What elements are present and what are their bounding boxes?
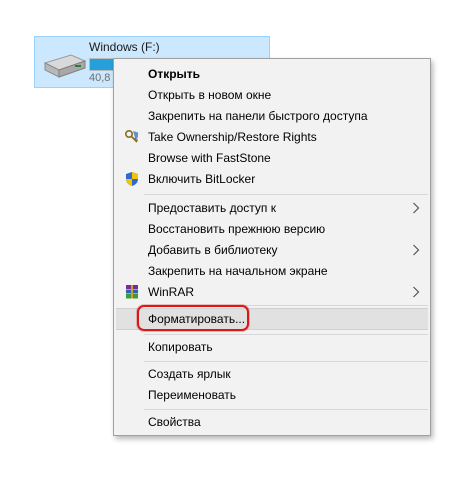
menu-item-label: Форматировать... — [148, 312, 246, 326]
menu-item-label: Открыть — [148, 67, 201, 81]
winrar-icon — [126, 285, 138, 299]
hard-drive-icon — [43, 54, 87, 78]
menu-item-take-ownership[interactable]: Take Ownership/Restore Rights — [116, 127, 428, 147]
menu-separator — [144, 305, 428, 306]
menu-item-label: Создать ярлык — [148, 367, 231, 381]
menu-item-label: Включить BitLocker — [148, 172, 256, 186]
menu-item-label: Закрепить на панели быстрого доступа — [148, 109, 368, 123]
chevron-right-icon — [413, 286, 420, 298]
context-menu: Открыть Открыть в новом окне Закрепить н… — [113, 58, 431, 436]
menu-separator — [144, 409, 428, 410]
menu-item-label: Take Ownership/Restore Rights — [148, 130, 317, 144]
menu-item-browse-faststone[interactable]: Browse with FastStone — [116, 148, 428, 168]
menu-item-label: WinRAR — [148, 285, 195, 299]
menu-item-open[interactable]: Открыть — [116, 64, 428, 84]
key-shield-icon — [124, 129, 139, 143]
menu-item-label: Предоставить доступ к — [148, 201, 276, 215]
menu-item-enable-bitlocker[interactable]: Включить BitLocker — [116, 169, 428, 189]
menu-item-format[interactable]: Форматировать... — [116, 308, 428, 330]
menu-item-label: Восстановить прежнюю версию — [148, 222, 326, 236]
chevron-right-icon — [413, 244, 420, 256]
menu-item-label: Добавить в библиотеку — [148, 243, 278, 257]
menu-item-create-shortcut[interactable]: Создать ярлык — [116, 364, 428, 384]
chevron-right-icon — [413, 202, 420, 214]
uac-shield-icon — [126, 172, 138, 186]
menu-item-share-with[interactable]: Предоставить доступ к — [116, 198, 428, 218]
menu-item-restore-previous[interactable]: Восстановить прежнюю версию — [116, 219, 428, 239]
menu-item-label: Свойства — [148, 415, 201, 429]
menu-item-pin-quick-access[interactable]: Закрепить на панели быстрого доступа — [116, 106, 428, 126]
menu-separator — [144, 194, 428, 195]
menu-item-open-new-window[interactable]: Открыть в новом окне — [116, 85, 428, 105]
menu-separator — [144, 334, 428, 335]
menu-item-add-to-library[interactable]: Добавить в библиотеку — [116, 240, 428, 260]
menu-item-pin-start[interactable]: Закрепить на начальном экране — [116, 261, 428, 281]
menu-item-winrar[interactable]: WinRAR — [116, 282, 428, 302]
menu-item-label: Открыть в новом окне — [148, 88, 272, 102]
drive-name: Windows (F:) — [89, 40, 160, 54]
menu-item-rename[interactable]: Переименовать — [116, 385, 428, 405]
menu-separator — [144, 361, 428, 362]
menu-item-label: Browse with FastStone — [148, 151, 271, 165]
menu-item-label: Закрепить на начальном экране — [148, 264, 328, 278]
menu-item-properties[interactable]: Свойства — [116, 412, 428, 432]
menu-item-label: Переименовать — [148, 388, 236, 402]
menu-item-copy[interactable]: Копировать — [116, 337, 428, 357]
menu-item-label: Копировать — [148, 340, 213, 354]
